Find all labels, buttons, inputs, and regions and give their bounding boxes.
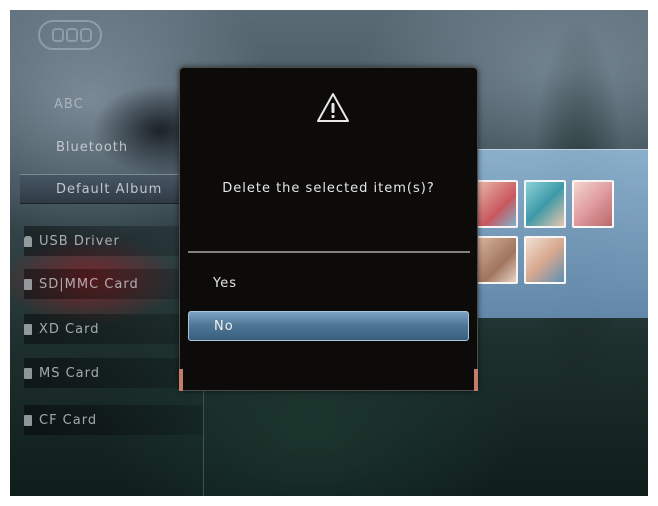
memory-card-icon: [24, 367, 32, 379]
warning-icon: [317, 93, 349, 122]
sidebar-item-sd-mmc-card[interactable]: SD|MMC Card: [24, 269, 204, 299]
dialog-corner-accent: [474, 369, 478, 391]
sidebar-item-label: Bluetooth: [56, 139, 129, 155]
sidebar-item-label: CF Card: [39, 412, 98, 428]
photo-thumbnail[interactable]: [524, 180, 566, 228]
memory-card-icon: [24, 323, 32, 335]
yes-option[interactable]: Yes: [188, 268, 469, 298]
memory-card-icon: [24, 414, 32, 426]
top-menu-icon: [38, 20, 102, 50]
sidebar-item-bluetooth[interactable]: Bluetooth: [56, 132, 128, 162]
delete-confirm-dialog: Delete the selected item(s)? Yes No: [179, 67, 478, 391]
sidebar-item-label: Default Album: [56, 181, 163, 197]
photo-thumbnail[interactable]: [476, 180, 518, 228]
usb-icon: [24, 235, 32, 247]
sidebar-item-label: XD Card: [39, 321, 100, 337]
no-option[interactable]: No: [188, 311, 469, 341]
sidebar-item-ms-card[interactable]: MS Card: [24, 358, 204, 388]
dialog-message: Delete the selected item(s)?: [222, 181, 435, 196]
photo-frame-screen: ABC Bluetooth Default Album USB Driver S…: [10, 10, 648, 496]
photo-thumbnail[interactable]: [572, 180, 614, 228]
photo-thumbnail[interactable]: [476, 236, 518, 284]
sidebar-item-label: MS Card: [39, 365, 101, 381]
sidebar-item-xd-card[interactable]: XD Card: [24, 314, 204, 344]
dialog-divider: [188, 251, 470, 253]
sidebar-item-label: SD|MMC Card: [39, 276, 139, 292]
sidebar-item-cf-card[interactable]: CF Card: [24, 405, 204, 435]
photo-thumbnail[interactable]: [524, 236, 566, 284]
memory-card-icon: [24, 278, 32, 290]
sidebar-item-default-album[interactable]: Default Album: [20, 174, 198, 204]
sidebar-item-usb-driver[interactable]: USB Driver: [24, 226, 204, 256]
option-label: Yes: [213, 275, 237, 291]
dialog-corner-accent: [179, 369, 183, 391]
sidebar-item-label: USB Driver: [39, 233, 120, 249]
option-label: No: [214, 318, 234, 334]
